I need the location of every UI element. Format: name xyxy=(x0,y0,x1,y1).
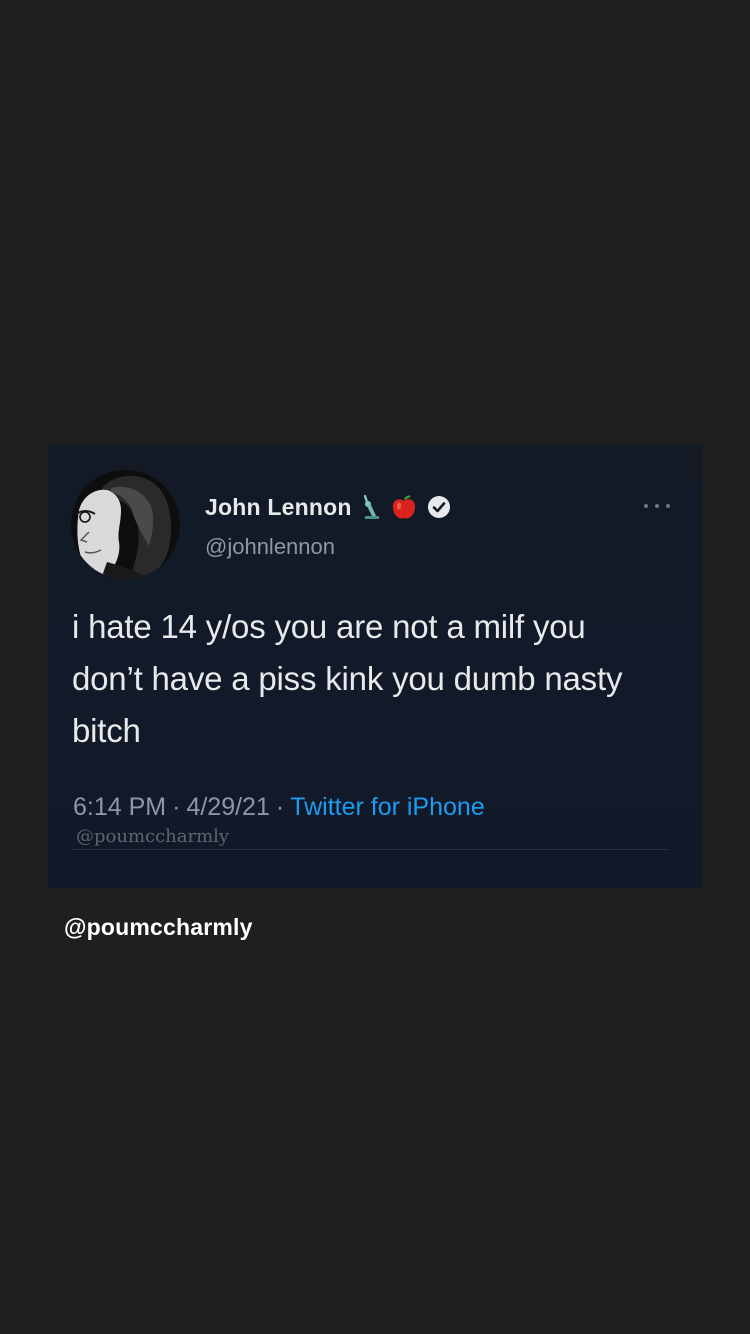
display-name[interactable]: John Lennon xyxy=(205,494,352,521)
tweet-source-link[interactable]: Twitter for iPhone xyxy=(290,793,485,821)
more-options-icon[interactable] xyxy=(644,501,670,511)
separator: · xyxy=(275,793,285,821)
story-canvas: John Lennon @johnlennon i hate 14 y/os y… xyxy=(0,0,750,1334)
tweet-time[interactable]: 6:14 PM xyxy=(73,793,166,821)
dot xyxy=(644,504,648,508)
tweet-text-line: bitch xyxy=(72,712,141,749)
verified-badge-icon xyxy=(427,495,451,519)
separator: · xyxy=(172,793,181,821)
tweet-text-line: don’t have a piss kink you dumb nasty xyxy=(72,660,623,697)
tweet-date[interactable]: 4/29/21 xyxy=(186,793,269,821)
divider xyxy=(72,849,668,850)
statue-of-liberty-emoji-icon xyxy=(361,494,381,520)
tweet-card[interactable]: John Lennon @johnlennon i hate 14 y/os y… xyxy=(48,445,702,888)
tweet-metadata: 6:14 PM · 4/29/21 · Twitter for iPhone xyxy=(73,793,485,822)
avatar[interactable] xyxy=(71,470,180,579)
image-watermark: @poumccharmly xyxy=(76,826,230,847)
profile-portrait-image xyxy=(71,470,180,579)
story-caption-mention[interactable]: @poumccharmly xyxy=(64,914,253,941)
red-apple-emoji-icon xyxy=(390,493,418,521)
tweet-author-row: John Lennon xyxy=(205,490,451,524)
dot xyxy=(666,504,670,508)
dot xyxy=(655,504,659,508)
user-handle[interactable]: @johnlennon xyxy=(205,534,335,560)
tweet-text: i hate 14 y/os you are not a milf you do… xyxy=(72,601,682,757)
tweet-text-line: i hate 14 y/os you are not a milf you xyxy=(72,608,586,645)
